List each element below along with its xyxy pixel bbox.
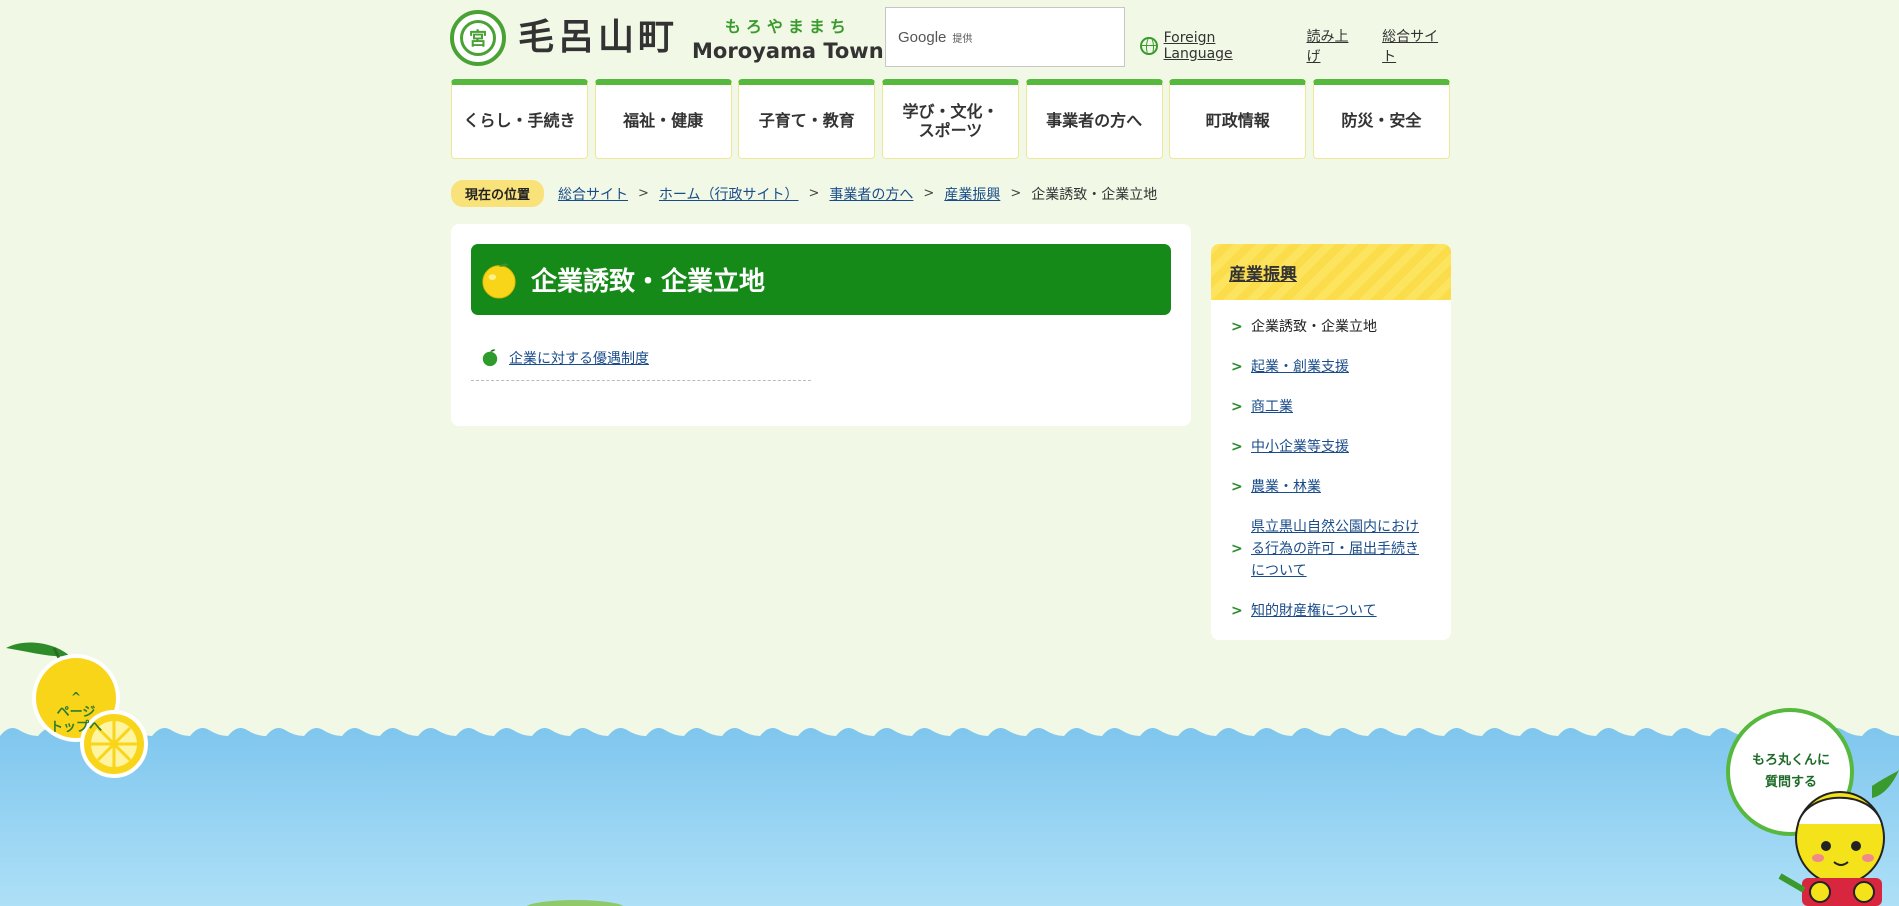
breadcrumb-industry[interactable]: 産業振興 <box>944 187 1000 203</box>
green-fruit-icon <box>482 349 498 367</box>
side-item-label[interactable]: 農業・林業 <box>1251 476 1431 498</box>
chevron-right-icon: > <box>1231 603 1243 619</box>
site-logo[interactable]: 宮 毛呂山町 もろやままち Moroyama Town <box>450 10 884 66</box>
mascot-label[interactable]: もろ丸くんに 質問する <box>1736 750 1846 794</box>
chevron-right-icon: > <box>1231 399 1243 415</box>
gnav-living[interactable]: くらし・手続き <box>451 79 588 159</box>
side-item-commerce[interactable]: > 商工業 <box>1231 396 1451 418</box>
logo-kanji-text: 毛呂山町 <box>518 17 679 58</box>
chevron-right-icon: > <box>1231 439 1243 455</box>
header-utility-links: Foreign Language 読み上げ 総合サイト <box>1140 26 1450 66</box>
side-navigation: 産業振興 > 企業誘致・企業立地 > 起業・創業支援 > 商工業 > 中小企業等… <box>1211 244 1451 640</box>
gnav-business[interactable]: 事業者の方へ <box>1025 79 1163 159</box>
read-aloud-link[interactable]: 読み上げ <box>1306 26 1360 66</box>
gnav-town-info[interactable]: 町政情報 <box>1169 79 1307 159</box>
side-nav-list: > 企業誘致・企業立地 > 起業・創業支援 > 商工業 > 中小企業等支援 > … <box>1211 300 1451 622</box>
side-nav-heading: 産業振興 <box>1211 244 1451 300</box>
side-item-startup[interactable]: > 起業・創業支援 <box>1231 356 1451 378</box>
main-content: 企業誘致・企業立地 企業に対する優遇制度 <box>451 224 1191 426</box>
side-item-label[interactable]: 知的財産権について <box>1251 600 1431 622</box>
side-item-corporate-invitation: > 企業誘致・企業立地 <box>1231 316 1451 338</box>
list-item: 企業に対する優遇制度 <box>471 348 811 381</box>
breadcrumb-general-site[interactable]: 総合サイト <box>558 187 628 203</box>
side-item-label: 企業誘致・企業立地 <box>1251 319 1377 335</box>
page-title: 企業誘致・企業立地 <box>531 267 766 297</box>
chevron-right-icon: > <box>1231 541 1243 557</box>
side-item-nature-park[interactable]: > 県立黒山自然公園内における行為の許可・届出手続きについて <box>1231 516 1451 582</box>
globe-icon <box>1140 37 1158 55</box>
side-item-agriculture[interactable]: > 農業・林業 <box>1231 476 1451 498</box>
side-heading-link[interactable]: 産業振興 <box>1229 260 1297 285</box>
chevron-right-icon: > <box>638 186 649 201</box>
site-header: 宮 毛呂山町 もろやままち Moroyama Town Google 提供 Fo… <box>450 0 1450 72</box>
gnav-safety[interactable]: 防災・安全 <box>1312 79 1450 159</box>
side-item-label[interactable]: 中小企業等支援 <box>1251 436 1431 458</box>
gnav-welfare[interactable]: 福祉・健康 <box>594 79 732 159</box>
logo-kana-text: もろやままち <box>724 17 851 36</box>
gnav-childcare[interactable]: 子育て・教育 <box>738 79 876 159</box>
logo-subtitle: もろやままち Moroyama Town <box>692 13 884 63</box>
page-title-bar: 企業誘致・企業立地 <box>471 244 1171 315</box>
side-item-label[interactable]: 起業・創業支援 <box>1251 356 1431 378</box>
side-item-label[interactable]: 県立黒山自然公園内における行為の許可・届出手続きについて <box>1251 516 1431 582</box>
chevron-up-icon: ^ <box>70 690 82 704</box>
yuzu-fruit-icon <box>482 263 516 299</box>
chevron-right-icon: > <box>1231 359 1243 375</box>
breadcrumb-current: 企業誘致・企業立地 <box>1031 186 1158 203</box>
side-item-sme-support[interactable]: > 中小企業等支援 <box>1231 436 1451 458</box>
global-navigation: くらし・手続き 福祉・健康 子育て・教育 学び・文化・スポーツ 事業者の方へ 町… <box>451 79 1450 159</box>
chevron-right-icon: > <box>1010 186 1022 201</box>
breadcrumb-label: 現在の位置 <box>451 180 545 207</box>
page-top-label[interactable]: ^ ページ トップへ <box>36 690 116 735</box>
foreign-language-link[interactable]: Foreign Language <box>1164 30 1286 62</box>
sea-wave-decoration <box>0 728 1899 906</box>
breadcrumb-business[interactable]: 事業者の方へ <box>829 187 913 203</box>
general-site-link[interactable]: 総合サイト <box>1382 26 1450 66</box>
google-label: Google <box>898 28 947 46</box>
chevron-right-icon: > <box>1231 479 1243 495</box>
preferential-system-link[interactable]: 企業に対する優遇制度 <box>509 348 649 368</box>
town-emblem-icon: 宮 <box>450 10 506 66</box>
mascot-chat-button[interactable] <box>1722 706 1899 906</box>
side-item-label[interactable]: 商工業 <box>1251 396 1431 418</box>
site-search-input[interactable]: Google 提供 <box>885 7 1125 67</box>
chevron-right-icon: > <box>1231 319 1243 335</box>
content-link-list: 企業に対する優遇制度 <box>471 348 811 381</box>
chevron-right-icon: > <box>923 186 935 201</box>
side-item-ip-rights[interactable]: > 知的財産権について <box>1231 600 1451 622</box>
logo-english-text: Moroyama Town <box>692 39 884 63</box>
search-provided-label: 提供 <box>952 33 973 45</box>
gnav-culture[interactable]: 学び・文化・スポーツ <box>881 79 1019 159</box>
chevron-right-icon: > <box>808 186 820 201</box>
breadcrumb: 現在の位置 総合サイト > ホーム（行政サイト） > 事業者の方へ > 産業振興… <box>451 180 1157 207</box>
breadcrumb-home[interactable]: ホーム（行政サイト） <box>659 187 799 203</box>
